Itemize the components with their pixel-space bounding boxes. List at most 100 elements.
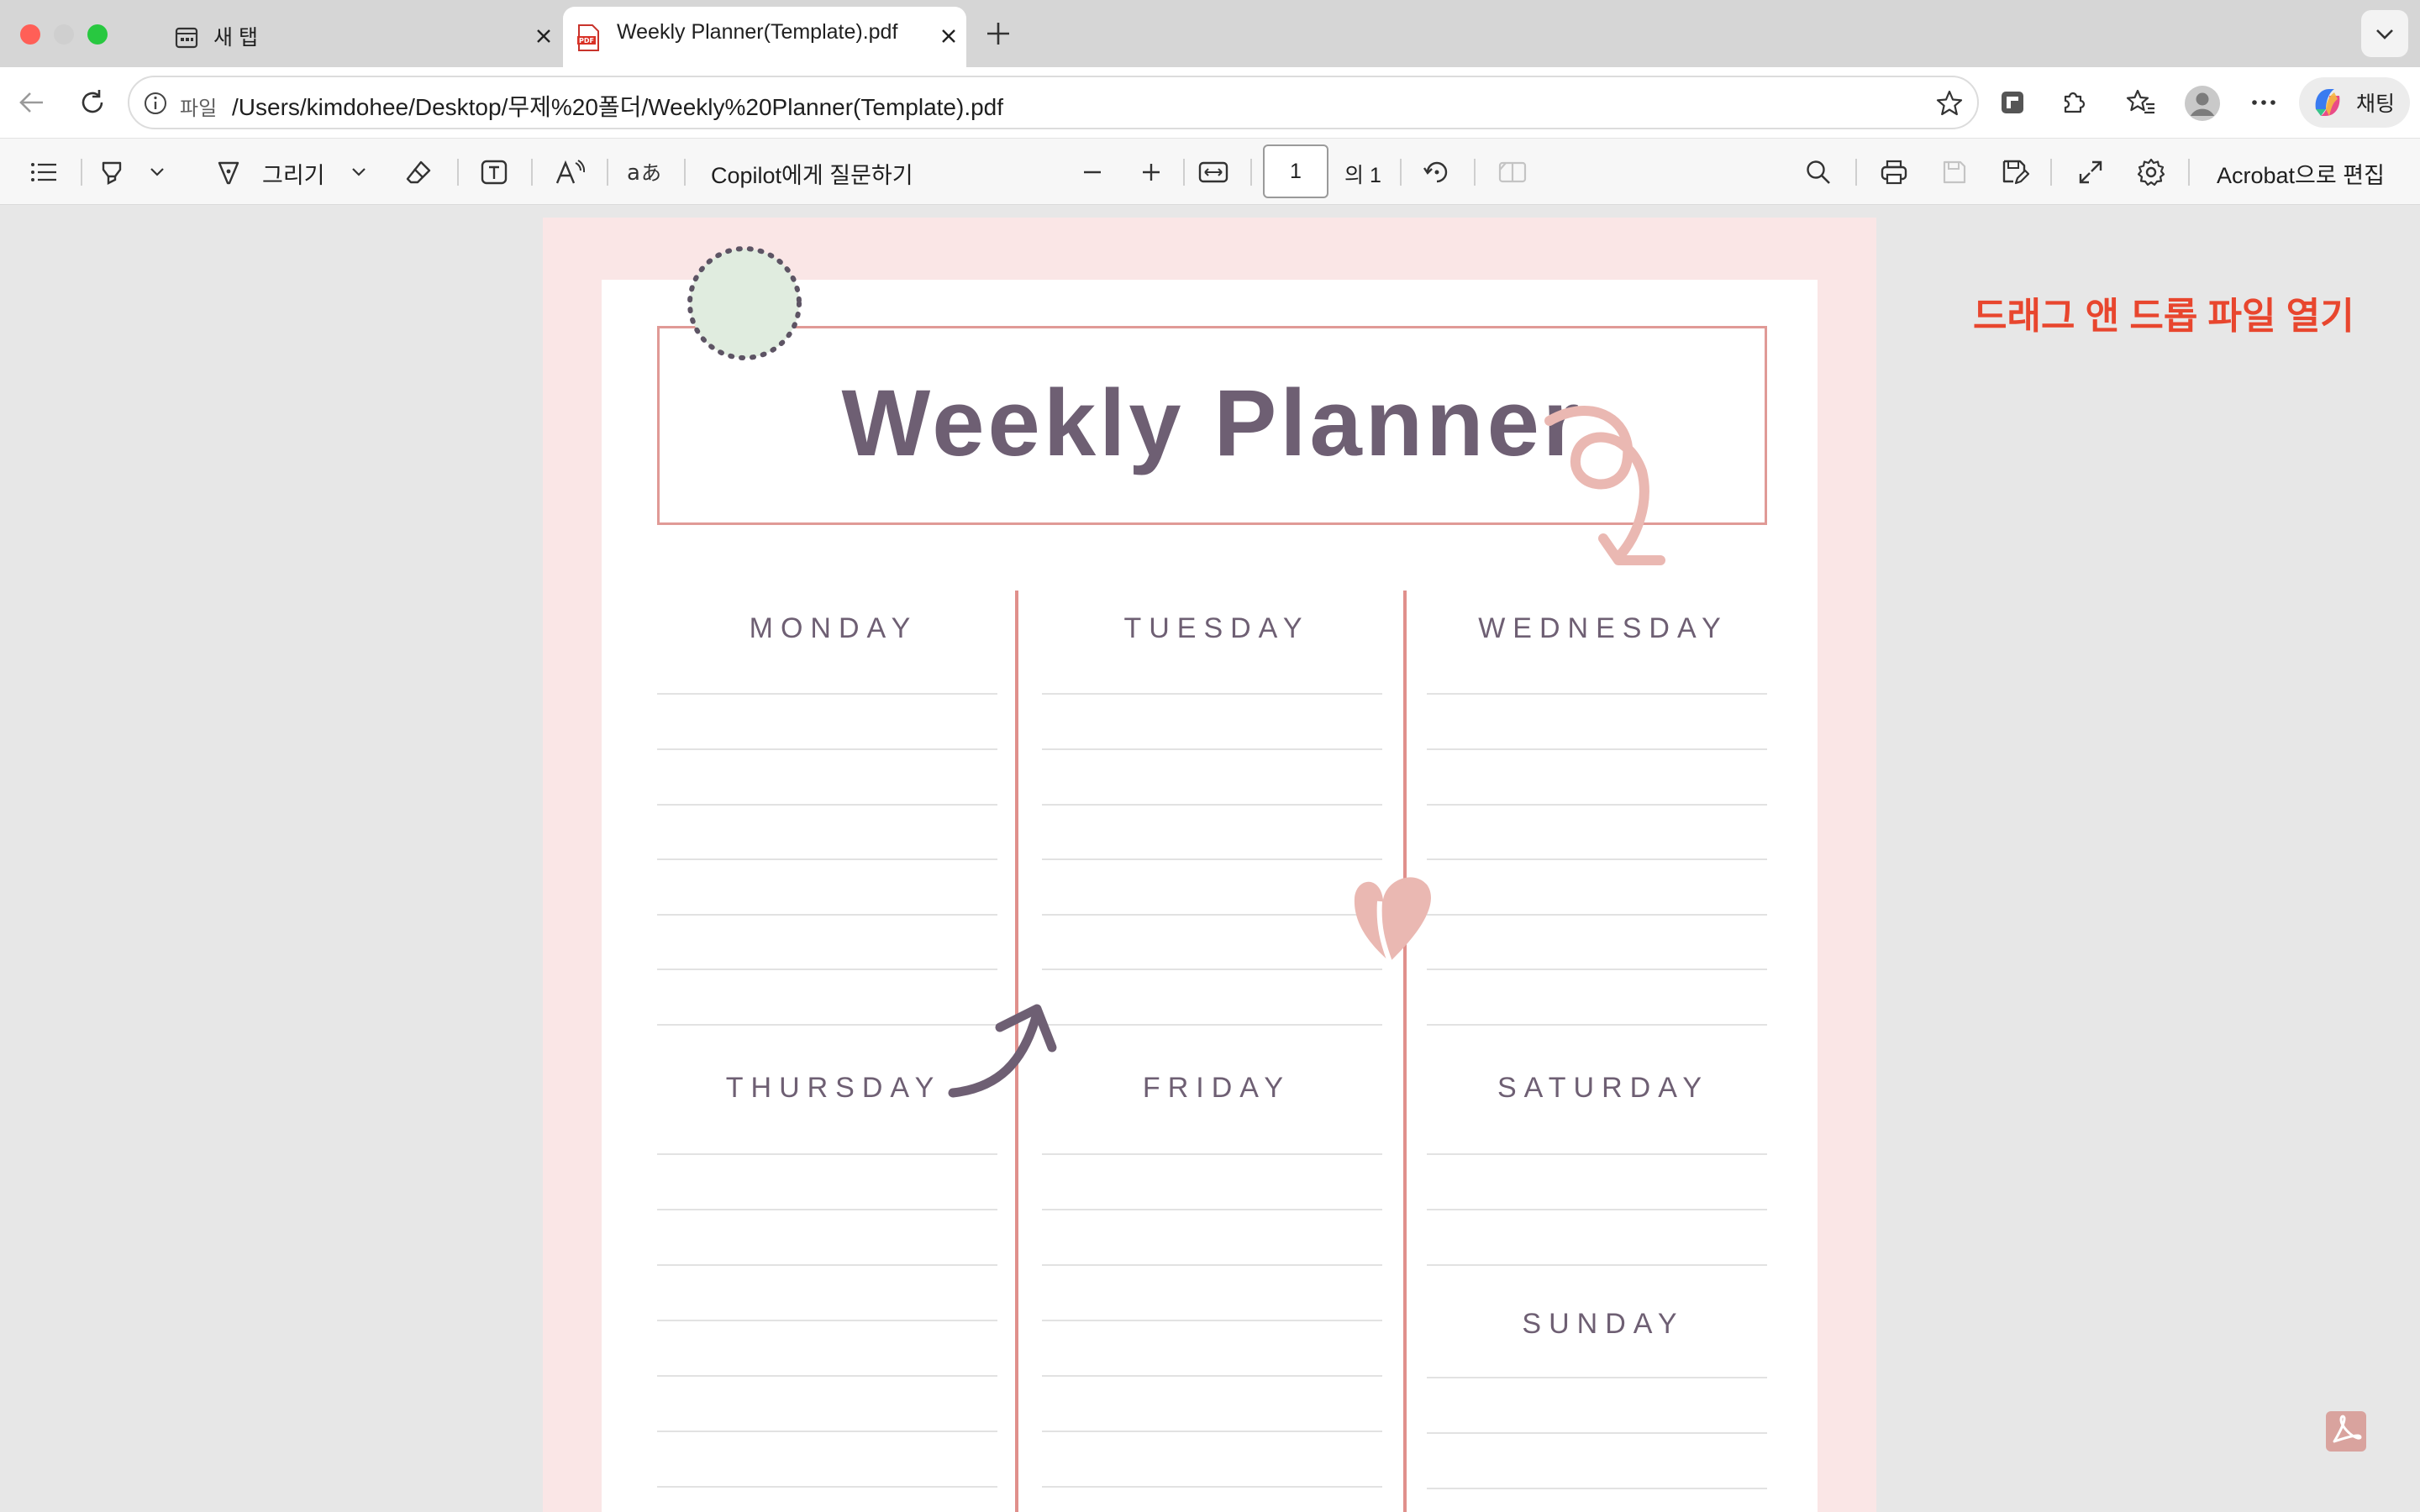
writing-line — [1427, 1432, 1767, 1434]
close-tab-icon[interactable] — [939, 27, 958, 45]
writing-line — [1427, 693, 1767, 695]
tab-list-button[interactable] — [2361, 10, 2408, 57]
reload-button[interactable] — [76, 86, 109, 119]
writing-line — [657, 1153, 997, 1155]
pdf-viewer[interactable]: Weekly Planner MONDAY TUESDAY WEDNESDAY … — [0, 206, 2420, 1512]
zoom-in-button[interactable] — [1134, 155, 1168, 189]
collections-button[interactable] — [1996, 86, 2029, 119]
tab-new-tab[interactable]: 새 탭 — [158, 7, 561, 66]
copilot-ask-button[interactable]: Copilot에게 질문하기 — [711, 157, 913, 190]
zoom-out-button[interactable] — [1076, 155, 1109, 189]
extensions-button[interactable] — [2056, 86, 2090, 119]
acrobat-button[interactable] — [2326, 1411, 2366, 1452]
add-text-button[interactable] — [477, 155, 511, 189]
url-text[interactable]: /Users/kimdohee/Desktop/무제%20폴더/Weekly%2… — [232, 89, 1003, 123]
page-total-label: 의 1 — [1344, 164, 1381, 187]
day-heading-sunday: SUNDAY — [1522, 1308, 1685, 1340]
save-as-button[interactable] — [1998, 155, 2032, 189]
acrobat-icon — [2333, 1415, 2362, 1443]
fullscreen-button[interactable] — [2074, 155, 2107, 189]
toolbar-separator — [2050, 159, 2052, 186]
page-number-input[interactable]: 1 — [1263, 144, 1328, 198]
minimize-window-button[interactable] — [54, 24, 74, 45]
rotate-button[interactable] — [1420, 155, 1454, 189]
writing-line — [1427, 1488, 1767, 1489]
save-icon — [1943, 160, 1966, 184]
writing-line — [1042, 804, 1382, 806]
writing-line — [1427, 804, 1767, 806]
minus-icon — [1084, 171, 1101, 174]
draw-options-button[interactable] — [346, 159, 371, 186]
gear-icon — [2137, 158, 2165, 186]
back-arrow-icon — [19, 92, 43, 113]
writing-line — [1042, 1264, 1382, 1266]
toolbar-separator — [1400, 159, 1402, 186]
more-icon — [2252, 100, 2275, 105]
avatar — [2185, 86, 2220, 121]
erase-button[interactable] — [402, 155, 435, 189]
collections-icon — [2002, 92, 2023, 113]
address-bar[interactable]: 파일 /Users/kimdohee/Desktop/무제%20폴더/Weekl… — [128, 76, 1979, 129]
dotted-circle-decoration — [686, 244, 803, 362]
tab-strip: 새 탭 PDF Weekly Planner(Template).pdf — [0, 0, 2420, 67]
plus-icon — [1143, 164, 1160, 181]
chat-label: 채팅 — [2356, 92, 2396, 116]
svg-text:PDF: PDF — [579, 37, 594, 45]
profile-button[interactable] — [2183, 84, 2222, 123]
close-tab-icon[interactable] — [534, 27, 553, 45]
pdf-file-icon: PDF — [576, 24, 600, 51]
toolbar-separator — [457, 159, 459, 186]
print-button[interactable] — [1877, 155, 1911, 189]
acrobat-edit-button[interactable]: Acrobat으로 편집 — [2217, 157, 2385, 190]
favorite-star-icon[interactable] — [1935, 89, 1964, 118]
read-aloud-icon — [555, 160, 585, 184]
contents-button[interactable] — [27, 155, 60, 189]
toolbar-separator — [81, 159, 82, 186]
copilot-chat-button[interactable]: 채팅 — [2299, 77, 2410, 128]
writing-line — [1042, 693, 1382, 695]
writing-line — [1427, 858, 1767, 860]
favorites-button[interactable] — [2124, 86, 2158, 119]
writing-line — [1042, 1209, 1382, 1210]
settings-button[interactable] — [2134, 155, 2168, 189]
read-aloud-button[interactable] — [553, 155, 587, 189]
column-divider — [1403, 591, 1407, 1512]
writing-line — [1042, 748, 1382, 750]
draw-label[interactable]: 그리기 — [262, 157, 325, 190]
puzzle-icon — [2064, 92, 2086, 113]
new-tab-button[interactable] — [981, 17, 1015, 50]
toolbar-separator — [1855, 159, 1857, 186]
writing-line — [657, 1375, 997, 1377]
search-button[interactable] — [1802, 155, 1835, 189]
day-heading-monday: MONDAY — [749, 612, 918, 644]
info-icon[interactable] — [143, 91, 168, 116]
eraser-icon — [406, 160, 431, 184]
writing-line — [1042, 1375, 1382, 1377]
tab-pdf[interactable]: PDF Weekly Planner(Template).pdf — [563, 7, 966, 67]
writing-line — [657, 804, 997, 806]
rotate-icon — [1423, 161, 1448, 183]
text-box-icon — [481, 160, 508, 185]
writing-line — [657, 1024, 997, 1026]
translate-icon: aあ — [627, 160, 661, 185]
more-menu-button[interactable] — [2247, 86, 2281, 119]
writing-line — [1427, 1153, 1767, 1155]
writing-line — [1042, 1431, 1382, 1432]
fit-to-width-button[interactable] — [1197, 155, 1230, 189]
back-button[interactable] — [15, 86, 49, 119]
writing-line — [657, 1431, 997, 1432]
planner-sheet: Weekly Planner MONDAY TUESDAY WEDNESDAY … — [602, 246, 1818, 1512]
writing-line — [657, 914, 997, 916]
highlight-options-button[interactable] — [145, 159, 170, 186]
day-heading-saturday: SATURDAY — [1497, 1072, 1710, 1104]
zoom-window-button[interactable] — [87, 24, 108, 45]
page-view-button[interactable] — [1496, 155, 1529, 189]
translate-button[interactable]: aあ — [625, 155, 666, 189]
writing-line — [657, 693, 997, 695]
chevron-down-icon — [2376, 29, 2393, 39]
highlight-button[interactable] — [96, 155, 129, 189]
writing-line — [1427, 1377, 1767, 1378]
draw-button[interactable] — [212, 155, 245, 189]
close-window-button[interactable] — [20, 24, 40, 45]
save-button[interactable] — [1938, 155, 1971, 189]
